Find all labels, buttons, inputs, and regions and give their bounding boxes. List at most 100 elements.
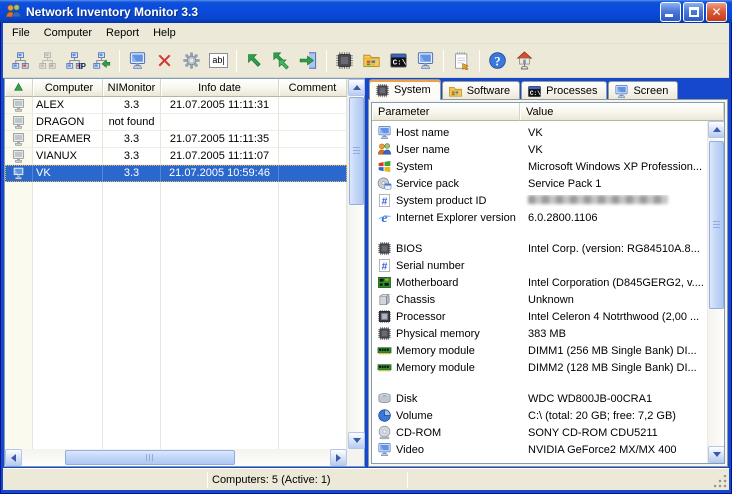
view-software-button[interactable] (358, 47, 385, 74)
system-row[interactable]: eInternet Explorer version6.0.2800.1106 (372, 209, 707, 226)
windows-icon (377, 159, 392, 174)
computers-horizontal-scrollbar[interactable] (5, 449, 347, 466)
system-row[interactable]: CD-ROMSONY CD-ROM CDU5211 (372, 424, 707, 441)
scroll-up-button[interactable] (348, 79, 365, 96)
tab-software[interactable]: Software (442, 81, 520, 100)
help-button[interactable]: ? (484, 47, 511, 74)
computer-row-alex[interactable]: ALEX3.321.07.2005 11:11:31 (5, 97, 347, 114)
cell-computer: VK (33, 165, 103, 182)
scan-ip-button[interactable]: IP (61, 47, 88, 74)
system-row[interactable]: Service packService Pack 1 (372, 175, 707, 192)
system-row[interactable]: User nameVK (372, 141, 707, 158)
column-header-comment[interactable]: Comment (279, 79, 347, 97)
system-row[interactable]: Memory moduleDIMM2 (128 MB Single Bank) … (372, 359, 707, 376)
system-row[interactable]: VideoNVIDIA GeForce2 MX/MX 400 (372, 441, 707, 458)
parameter-label: Service pack (396, 178, 459, 190)
computer-row-dragon[interactable]: DRAGONnot found (5, 114, 347, 131)
menu-computer[interactable]: Computer (37, 24, 99, 42)
cpu-icon (377, 309, 392, 324)
rename-button[interactable]: ab| (205, 47, 232, 74)
column-header-value[interactable]: Value (520, 103, 724, 121)
add-computer-icon (128, 51, 147, 70)
parameter-value: DIMM1 (256 MB Single Bank) DI... (520, 345, 707, 357)
scrollbar-thumb[interactable] (349, 97, 364, 205)
maximize-button[interactable] (683, 2, 704, 22)
computer-row-vianux[interactable]: VIANUX3.321.07.2005 11:11:07 (5, 148, 347, 165)
group-spacer (372, 376, 707, 390)
menu-file[interactable]: File (5, 24, 37, 42)
system-row[interactable]: BIOSIntel Corp. (version: RG84510A.8... (372, 240, 707, 257)
toolbar-separator (443, 50, 444, 72)
column-header-computer[interactable]: Computer (33, 79, 103, 97)
homepage-icon (515, 51, 534, 70)
column-header-parameter[interactable]: Parameter (372, 103, 520, 121)
resize-grip[interactable] (714, 475, 727, 488)
parameter-label: Serial number (396, 260, 464, 272)
sort-asc-icon (11, 80, 26, 95)
system-row[interactable]: MotherboardIntel Corporation (D845GERG2,… (372, 274, 707, 291)
computers-vertical-scrollbar[interactable] (347, 79, 364, 449)
cell-info_date: 21.07.2005 11:11:35 (161, 131, 279, 148)
system-row[interactable]: VolumeC:\ (total: 20 GB; free: 7,2 GB) (372, 407, 707, 424)
scroll-down-button[interactable] (708, 446, 725, 463)
menu-report[interactable]: Report (99, 24, 146, 42)
system-row[interactable]: #Serial number (372, 257, 707, 274)
scroll-up-button[interactable] (708, 121, 725, 138)
computers-panel: Computer NIMonitor Info date Comment ALE… (4, 78, 365, 467)
system-row[interactable]: #System product ID (372, 192, 707, 209)
scrollbar-thumb[interactable] (65, 450, 235, 465)
system-row[interactable]: DiskWDC WD800JB-00CRA1 (372, 390, 707, 407)
tab-system[interactable]: System (369, 79, 441, 100)
scroll-right-button[interactable] (330, 449, 347, 466)
export-button[interactable] (295, 47, 322, 74)
column-header-info-date[interactable]: Info date (161, 79, 279, 97)
monitor-blue-icon (377, 442, 392, 457)
tab-processes[interactable]: C:\Processes (521, 81, 607, 100)
get-info-button[interactable] (241, 47, 268, 74)
system-vertical-scrollbar[interactable] (707, 121, 724, 463)
system-row[interactable]: ProcessorIntel Celeron 4 Notrthwood (2,0… (372, 308, 707, 325)
add-computer-button[interactable] (124, 47, 151, 74)
computer-icon (11, 115, 26, 130)
scrollbar-thumb[interactable] (709, 141, 724, 309)
system-row[interactable]: Physical memory383 MB (372, 325, 707, 342)
delete-computer-button[interactable] (151, 47, 178, 74)
settings-icon (182, 51, 201, 70)
cell-info_date: 21.07.2005 11:11:31 (161, 97, 279, 114)
close-button[interactable]: ✕ (706, 2, 727, 22)
system-row[interactable]: Host nameVK (372, 124, 707, 141)
computer-active-icon (11, 166, 26, 181)
view-processes-button[interactable]: C:\ (385, 47, 412, 74)
system-row[interactable]: ChassisUnknown (372, 291, 707, 308)
tab-screen[interactable]: Screen (608, 81, 678, 100)
import-computer-button[interactable] (88, 47, 115, 74)
parameter-value: Microsoft Windows XP Profession... (520, 161, 707, 173)
system-table-body: Host nameVKUser nameVKSystemMicrosoft Wi… (372, 121, 707, 463)
column-header-sort[interactable] (5, 79, 33, 97)
scroll-down-button[interactable] (348, 432, 365, 449)
computer-row-vk[interactable]: VK3.321.07.2005 10:59:46 (5, 165, 347, 182)
cell-nimonitor: 3.3 (103, 165, 161, 182)
system-row[interactable]: SystemMicrosoft Windows XP Profession... (372, 158, 707, 175)
scan-network-button[interactable] (7, 47, 34, 74)
cell-comment (279, 114, 347, 131)
tab-label: Screen (633, 85, 668, 97)
view-screen-button[interactable] (412, 47, 439, 74)
system-row[interactable]: Memory moduleDIMM1 (256 MB Single Bank) … (372, 342, 707, 359)
chassis-icon (377, 292, 392, 307)
scroll-left-button[interactable] (5, 449, 22, 466)
window-title: Network Inventory Monitor 3.3 (26, 5, 660, 19)
view-system-button[interactable] (331, 47, 358, 74)
menu-help[interactable]: Help (146, 24, 183, 42)
minimize-button[interactable] (660, 2, 681, 22)
parameter-label: Chassis (396, 294, 435, 306)
get-info-all-button[interactable] (268, 47, 295, 74)
computer-row-dreamer[interactable]: DREAMER3.321.07.2005 11:11:35 (5, 131, 347, 148)
cell-computer: ALEX (33, 97, 103, 114)
column-header-nimonitor[interactable]: NIMonitor (103, 79, 161, 97)
report-button[interactable] (448, 47, 475, 74)
parameter-label: Memory module (396, 362, 475, 374)
settings-button[interactable] (178, 47, 205, 74)
details-tabstrip: SystemSoftwareC:\Processes Screen (368, 79, 728, 100)
homepage-button[interactable] (511, 47, 538, 74)
